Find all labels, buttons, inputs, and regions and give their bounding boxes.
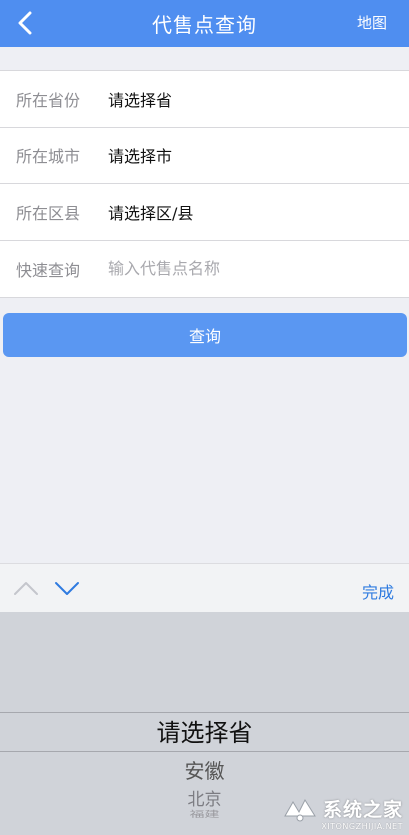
query-button[interactable]: 查询: [3, 313, 407, 357]
navigation-bar: 代售点查询 地图: [0, 0, 409, 47]
outlet-name-input[interactable]: [108, 259, 388, 279]
watermark-name: 系统之家: [322, 799, 403, 821]
district-label: 所在区县: [16, 203, 81, 223]
quick-search-row: 快速查询: [0, 241, 409, 298]
picker-option[interactable]: 安徽: [0, 755, 409, 784]
district-row[interactable]: 所在区县 请选择区/县: [0, 184, 409, 241]
chevron-up-icon[interactable]: [11, 577, 41, 599]
city-select[interactable]: 请选择市: [108, 143, 172, 167]
chevron-left-icon: [18, 11, 32, 35]
picker-selection-bottom-line: [0, 751, 409, 752]
province-select[interactable]: 请选择省: [108, 87, 172, 111]
province-label: 所在省份: [16, 90, 81, 110]
back-button[interactable]: [6, 4, 44, 42]
search-form: 所在省份 请选择省 所在城市 请选择市 所在区县 请选择区/县 快速查询: [0, 70, 409, 298]
watermark-logo-icon: [284, 798, 316, 821]
city-row[interactable]: 所在城市 请选择市: [0, 128, 409, 184]
quick-search-label: 快速查询: [16, 260, 81, 280]
done-button[interactable]: 完成: [362, 579, 394, 603]
map-button[interactable]: 地图: [357, 12, 387, 33]
watermark: 系统之家 XITONGZHIJIA.NET: [243, 793, 403, 831]
watermark-url: XITONGZHIJIA.NET: [321, 821, 403, 831]
chevron-down-icon[interactable]: [52, 577, 82, 599]
province-picker[interactable]: 请选择省 安徽 北京 福建 系统之家 XITONGZHIJIA.NET: [0, 612, 409, 835]
district-select[interactable]: 请选择区/县: [108, 200, 193, 224]
picker-option[interactable]: 请选择省: [0, 713, 409, 748]
page-title: 代售点查询: [152, 13, 257, 37]
city-label: 所在城市: [16, 147, 81, 167]
province-row[interactable]: 所在省份 请选择省: [0, 71, 409, 128]
picker-toolbar: 完成: [0, 563, 409, 612]
